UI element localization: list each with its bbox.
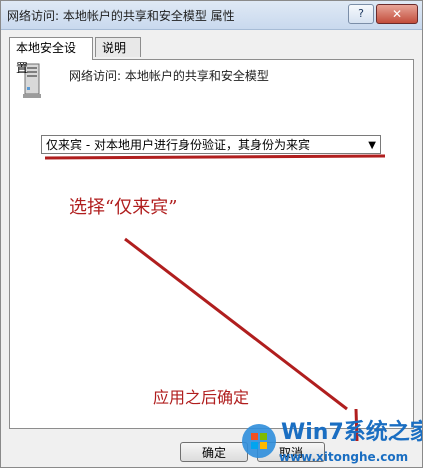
tab-panel <box>9 59 414 429</box>
select-value: 仅来宾 - 对本地用户进行身份验证，其身份为来宾 <box>46 138 310 152</box>
help-button[interactable]: ? <box>348 4 374 24</box>
watermark-logo: Win7系统之家 www.xitonghe.com <box>242 419 423 464</box>
watermark-brand: Win7系统之家 <box>281 419 423 445</box>
window-title: 网络访问: 本地帐户的共享和安全模型 属性 <box>7 9 235 23</box>
watermark-url: www.xitonghe.com <box>279 450 408 464</box>
chevron-down-icon[interactable]: ▼ <box>368 136 376 155</box>
close-button[interactable]: ✕ <box>376 4 418 24</box>
tab-local-security-setting[interactable]: 本地安全设置 <box>9 37 93 75</box>
properties-window: 网络访问: 本地帐户的共享和安全模型 属性 ? ✕ 本地安全设置 说明 网络访问… <box>0 0 423 468</box>
annotation-step-select: 选择“仅来宾” <box>69 197 178 218</box>
annotation-step-apply: 应用之后确定 <box>153 388 250 407</box>
security-model-select[interactable]: 仅来宾 - 对本地用户进行身份验证，其身份为来宾 ▼ <box>41 135 381 154</box>
policy-name: 网络访问: 本地帐户的共享和安全模型 <box>69 69 269 83</box>
tab-explain[interactable]: 说明 <box>95 37 141 57</box>
title-bar[interactable]: 网络访问: 本地帐户的共享和安全模型 属性 ? ✕ <box>1 1 422 30</box>
